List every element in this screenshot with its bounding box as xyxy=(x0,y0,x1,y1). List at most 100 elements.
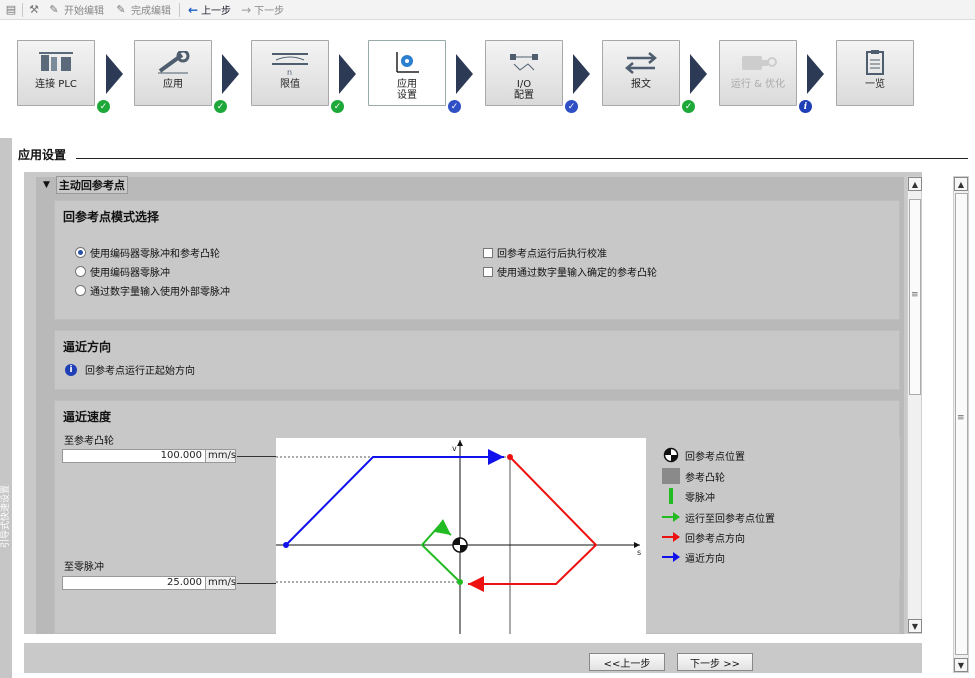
radio-external-zero[interactable]: 通过数字量输入使用外部零脉冲 xyxy=(75,283,230,298)
step-telegram[interactable]: 报文 xyxy=(602,40,680,106)
prev-button[interactable]: <<上一步 xyxy=(589,653,665,671)
checkbox[interactable] xyxy=(483,247,493,258)
homing-diagram: v s xyxy=(276,438,646,634)
info-icon: i xyxy=(65,363,77,376)
toolbar-separator xyxy=(179,2,180,17)
step-label: 运行 & 优化 xyxy=(730,79,786,90)
prev-step-label: 上一步 xyxy=(201,6,232,17)
reference-point-icon xyxy=(662,447,680,463)
limits-icon: n xyxy=(270,49,310,77)
legend-label: 逼近方向 xyxy=(685,553,725,565)
outer-scrollbar[interactable]: ▲ ≡ ▼ xyxy=(953,176,969,673)
step-io-config[interactable]: I/O 配置 xyxy=(485,40,563,106)
scroll-up-icon[interactable]: ▲ xyxy=(954,177,968,191)
grip-icon: ≡ xyxy=(911,290,918,300)
group-title: 主动回参考点 xyxy=(55,176,128,194)
prev-step-button[interactable]: ← 上一步 xyxy=(184,1,235,19)
to-zero-label: 至零脉冲 xyxy=(64,562,104,573)
next-button[interactable]: 下一步 >> xyxy=(677,653,753,671)
collapse-triangle-icon[interactable]: ▼ xyxy=(43,180,50,190)
svg-text:n: n xyxy=(287,68,292,76)
axis-s-label: s xyxy=(637,548,642,557)
scroll-up-icon[interactable]: ▲ xyxy=(908,177,922,191)
approach-direction-info: i 回参考点运行正起始方向 xyxy=(65,362,195,377)
radio-button[interactable] xyxy=(75,285,86,296)
wrench-icon xyxy=(153,49,193,77)
check-calibration[interactable]: 回参考点运行后执行校准 xyxy=(483,245,607,260)
blue-arrow-icon xyxy=(662,549,680,565)
step-limits[interactable]: n 限值 xyxy=(251,40,329,106)
side-collapse-bar[interactable]: 引导式快速设置 xyxy=(0,138,12,678)
inner-scrollbar[interactable]: ▲ ≡ ▼ xyxy=(907,176,922,634)
leader-line xyxy=(237,583,277,584)
grip-icon: ≡ xyxy=(957,413,964,423)
legend-item: 回参考点位置 xyxy=(662,447,745,463)
radio-encoder-zero[interactable]: 使用编码器零脉冲 xyxy=(75,264,170,279)
to-cam-speed-field[interactable]: 100.000 mm/s xyxy=(62,449,236,463)
homing-mode-card: 回参考点模式选择 使用编码器零脉冲和参考凸轮 使用编码器零脉冲 通过数字量输入使… xyxy=(54,200,900,320)
zero-pulse-icon xyxy=(662,488,680,504)
save-project-icon[interactable]: ▤ xyxy=(4,3,18,17)
unit-label: mm/s xyxy=(206,449,237,463)
step-connect-plc[interactable]: 连接 PLC xyxy=(17,40,95,106)
radio-label: 使用编码器零脉冲 xyxy=(90,268,170,279)
clipboard-icon xyxy=(855,49,895,77)
scroll-down-icon[interactable]: ▼ xyxy=(954,658,968,672)
step-overview[interactable]: 一览 xyxy=(836,40,914,106)
step-commissioning[interactable]: 运行 & 优化 xyxy=(719,40,797,106)
to-zero-speed-input[interactable]: 25.000 xyxy=(62,576,206,590)
radio-encoder-zero-and-cam[interactable]: 使用编码器零脉冲和参考凸轮 xyxy=(75,245,220,260)
check-icon: ✓ xyxy=(331,100,344,113)
axis-v-label: v xyxy=(452,444,457,453)
card-title: 逼近速度 xyxy=(63,410,112,424)
unit-label: mm/s xyxy=(206,576,237,590)
check-digital-cam[interactable]: 使用通过数字量输入确定的参考凸轮 xyxy=(483,264,657,279)
legend-item: 回参考点方向 xyxy=(662,529,745,545)
radio-button[interactable] xyxy=(75,266,86,277)
step-label: 一览 xyxy=(865,79,885,90)
next-step-button[interactable]: → 下一步 xyxy=(237,1,288,19)
motor-icon xyxy=(738,49,778,77)
side-bar-label: 引导式快速设置 xyxy=(1,484,11,548)
legend-item: 零脉冲 xyxy=(662,488,715,504)
gear-icon xyxy=(387,49,427,77)
legend-item: 逼近方向 xyxy=(662,549,725,565)
radio-button[interactable] xyxy=(75,247,86,258)
info-text: 回参考点运行正起始方向 xyxy=(85,366,195,377)
check-icon: ✓ xyxy=(682,100,695,113)
plc-icon xyxy=(36,49,76,77)
scroll-down-icon[interactable]: ▼ xyxy=(908,619,922,633)
step-label: 报文 xyxy=(631,79,651,90)
legend-label: 回参考点方向 xyxy=(685,533,745,545)
scroll-thumb[interactable] xyxy=(955,193,968,655)
start-edit-button[interactable]: ✎ 开始编辑 xyxy=(43,1,108,19)
step-label: 连接 PLC xyxy=(35,79,77,90)
step-application[interactable]: 应用 xyxy=(134,40,212,106)
to-cam-speed-input[interactable]: 100.000 xyxy=(62,449,206,463)
finish-edit-button[interactable]: ✎ 完成编辑 xyxy=(110,1,175,19)
check-icon: ✓ xyxy=(448,100,461,113)
red-arrow-icon xyxy=(662,529,680,545)
step-arrow xyxy=(222,54,239,94)
wizard-steps: 连接 PLC ✓ 应用 ✓ n 限值 ✓ 应用 设置 ✓ I/O 配置 ✓ 报文… xyxy=(0,20,975,120)
card-title: 回参考点模式选择 xyxy=(63,210,160,224)
toolbar: ▤ ⚒ ✎ 开始编辑 ✎ 完成编辑 ← 上一步 → 下一步 xyxy=(0,0,975,20)
arrow-right-icon: → xyxy=(241,2,252,17)
tools-icon[interactable]: ⚒ xyxy=(27,3,41,17)
title-divider xyxy=(76,158,968,159)
checkbox[interactable] xyxy=(483,266,493,277)
step-arrow xyxy=(339,54,356,94)
start-edit-label: 开始编辑 xyxy=(64,6,104,17)
pencil-icon: ✎ xyxy=(49,3,59,16)
step-label: 应用 xyxy=(163,79,183,90)
legend-label: 参考凸轮 xyxy=(685,472,725,484)
swap-arrows-icon xyxy=(621,49,661,77)
to-zero-speed-field[interactable]: 25.000 mm/s xyxy=(62,576,236,590)
group-header[interactable]: ▼ 主动回参考点 xyxy=(43,176,128,194)
io-icon xyxy=(504,49,544,77)
step-application-settings[interactable]: 应用 设置 xyxy=(368,40,446,106)
step-label: 应用 设置 xyxy=(397,79,417,101)
step-arrow xyxy=(690,54,707,94)
step-label: I/O 配置 xyxy=(514,79,534,101)
check-icon: ✓ xyxy=(565,100,578,113)
